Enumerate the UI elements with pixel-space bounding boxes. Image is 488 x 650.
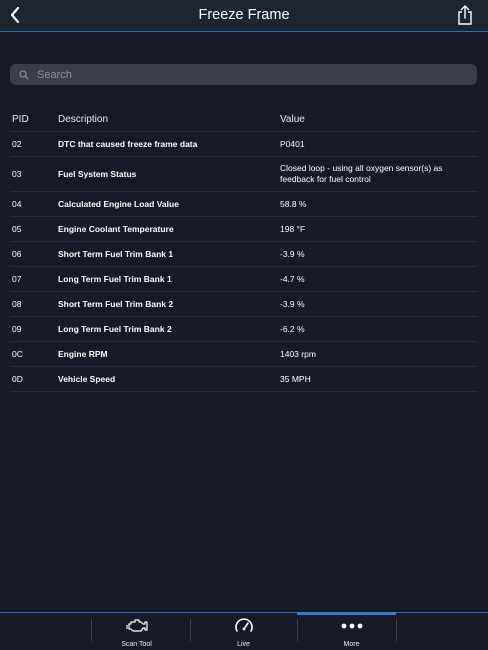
row-value: -4.7 % xyxy=(280,273,305,284)
column-header-value: Value xyxy=(280,114,305,125)
row-description: DTC that caused freeze frame data xyxy=(58,138,198,149)
active-tab-indicator xyxy=(297,612,396,615)
row-value: P0401 xyxy=(280,138,305,149)
row-value: -3.9 % xyxy=(280,248,305,259)
gauge-icon xyxy=(234,618,253,632)
row-pid: 03 xyxy=(12,168,22,179)
tab-bar: Scan Tool Live More xyxy=(0,612,488,650)
row-value: -3.9 % xyxy=(280,298,305,309)
row-value: 58.8 % xyxy=(280,198,307,209)
table-row[interactable]: 09 Long Term Fuel Trim Bank 2 -6.2 % xyxy=(10,317,477,342)
navigation-bar: Freeze Frame xyxy=(0,0,488,32)
row-pid: 08 xyxy=(12,298,22,309)
tab-label: Scan Tool xyxy=(121,641,152,648)
row-value: 35 MPH xyxy=(280,373,311,384)
row-description: Vehicle Speed xyxy=(58,373,116,384)
table-row[interactable]: 02 DTC that caused freeze frame data P04… xyxy=(10,132,477,157)
tab-divider xyxy=(190,619,191,641)
table-row[interactable]: 06 Short Term Fuel Trim Bank 1 -3.9 % xyxy=(10,242,477,267)
row-description: Short Term Fuel Trim Bank 2 xyxy=(58,298,174,309)
row-value: 1403 rpm xyxy=(280,348,316,359)
row-value: Closed loop - using all oxygen sensor(s)… xyxy=(280,163,443,184)
share-button[interactable] xyxy=(456,4,474,26)
table-row[interactable]: 07 Long Term Fuel Trim Bank 1 -4.7 % xyxy=(10,267,477,292)
row-value: -6.2 % xyxy=(280,323,305,334)
more-icon xyxy=(341,623,362,629)
table-header: PID Description Value xyxy=(10,108,477,132)
row-description: Fuel System Status xyxy=(58,168,137,179)
column-header-description: Description xyxy=(58,114,109,125)
share-icon[interactable] xyxy=(457,5,473,25)
row-description: Long Term Fuel Trim Bank 2 xyxy=(58,323,172,334)
freeze-frame-table: PID Description Value 02 DTC that caused… xyxy=(10,108,477,392)
row-value: 198 °F xyxy=(280,223,306,234)
row-description: Engine RPM xyxy=(58,348,108,359)
row-description: Short Term Fuel Trim Bank 1 xyxy=(58,248,174,259)
tab-more[interactable]: More xyxy=(302,616,401,650)
table-row[interactable]: 08 Short Term Fuel Trim Bank 2 -3.9 % xyxy=(10,292,477,317)
column-header-pid: PID xyxy=(12,114,29,125)
row-pid: 09 xyxy=(12,323,22,334)
tab-label: More xyxy=(343,641,360,648)
row-pid: 05 xyxy=(12,223,22,234)
tab-scan-tool[interactable]: Scan Tool xyxy=(87,616,186,650)
search-icon xyxy=(19,69,29,80)
page-title: Freeze Frame xyxy=(198,7,290,23)
table-row[interactable]: 0D Vehicle Speed 35 MPH xyxy=(10,367,477,392)
row-description: Calculated Engine Load Value xyxy=(58,198,179,209)
table-row[interactable]: 03 Fuel System Status Closed loop - usin… xyxy=(10,157,477,192)
row-description: Long Term Fuel Trim Bank 1 xyxy=(58,273,172,284)
search-bar[interactable] xyxy=(10,64,477,85)
tab-label: Live xyxy=(237,641,250,648)
row-pid: 04 xyxy=(12,198,22,209)
search-input[interactable] xyxy=(37,68,467,81)
row-pid: 07 xyxy=(12,273,22,284)
table-row[interactable]: 0C Engine RPM 1403 rpm xyxy=(10,342,477,367)
row-pid: 0D xyxy=(12,373,23,384)
tab-divider xyxy=(297,619,298,641)
row-pid: 0C xyxy=(12,348,23,359)
table-row[interactable]: 05 Engine Coolant Temperature 198 °F xyxy=(10,217,477,242)
row-description: Engine Coolant Temperature xyxy=(58,223,174,234)
engine-icon xyxy=(125,619,148,632)
table-row[interactable]: 04 Calculated Engine Load Value 58.8 % xyxy=(10,192,477,217)
tab-live[interactable]: Live xyxy=(194,616,293,650)
row-pid: 02 xyxy=(12,138,22,149)
row-pid: 06 xyxy=(12,248,22,259)
